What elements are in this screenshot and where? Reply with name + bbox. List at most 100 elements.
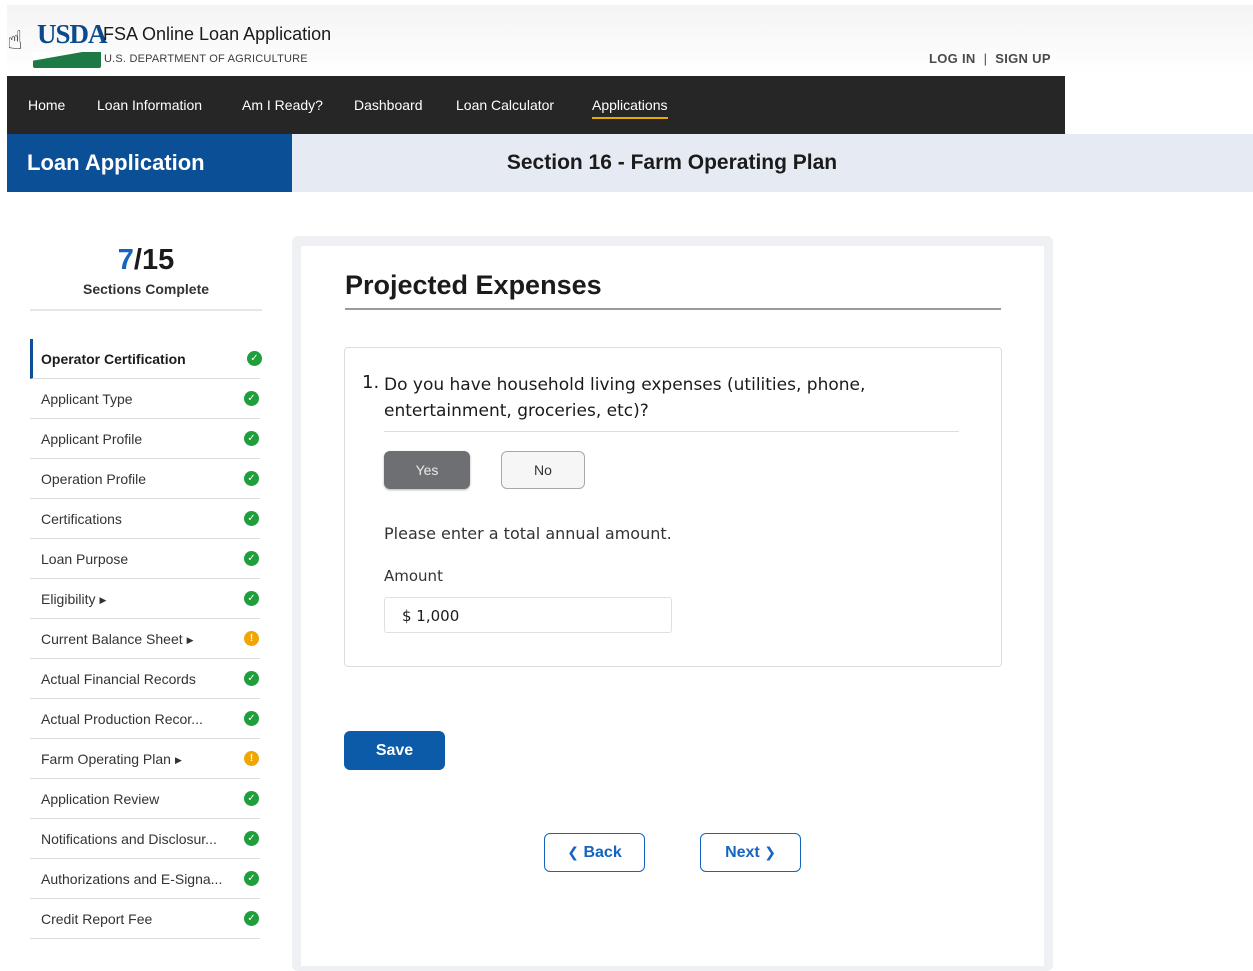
loan-application-title: Loan Application <box>27 150 205 175</box>
check-circle-icon: ✓ <box>244 591 259 606</box>
check-circle-icon: ✓ <box>244 711 259 726</box>
nav-loan-calculator[interactable]: Loan Calculator <box>456 97 554 113</box>
sidebar-item[interactable]: Authorizations and E-Signa... ✓ <box>30 859 260 899</box>
sidebar-item[interactable]: Notifications and Disclosur... ✓ <box>30 819 260 859</box>
alert-circle-icon: ! <box>244 751 259 766</box>
chevron-left-icon: ❮ <box>567 844 580 860</box>
sidebar-item-text: Notifications and Disclosur... <box>41 831 217 847</box>
question-number: 1. <box>362 372 380 393</box>
nav-applications[interactable]: Applications <box>592 97 668 119</box>
save-button[interactable]: Save <box>344 731 445 770</box>
back-button[interactable]: ❮ Back <box>544 833 645 872</box>
next-button-label: Next <box>725 844 760 861</box>
sidebar-item-label: Farm Operating Plan ▶ <box>41 751 182 767</box>
check-circle-icon: ✓ <box>244 671 259 686</box>
next-button[interactable]: Next ❯ <box>700 833 801 872</box>
sidebar-item[interactable]: Operation Profile ✓ <box>30 459 260 499</box>
amount-label: Amount <box>384 567 443 585</box>
sidebar-item-text: Applicant Profile <box>41 431 143 447</box>
sidebar-item-text: Eligibility <box>41 591 96 607</box>
nav-loan-information[interactable]: Loan Information <box>97 97 202 113</box>
sidebar-item-text: Application Review <box>41 791 160 807</box>
sidebar-item[interactable]: Applicant Profile ✓ <box>30 419 260 459</box>
progress-count: 7/15 <box>30 244 262 277</box>
sidebar-item-label: Notifications and Disclosur... <box>41 831 217 847</box>
sidebar-item-label: Operator Certification <box>41 351 186 367</box>
check-circle-icon: ✓ <box>244 911 259 926</box>
sidebar-item[interactable]: Credit Report Fee ✓ <box>30 899 260 939</box>
sidebar-item[interactable]: Operator Certification ✓ <box>30 339 262 379</box>
sidebar-item-label: Operation Profile <box>41 471 146 487</box>
app-subtitle: U.S. DEPARTMENT OF AGRICULTURE <box>104 53 308 65</box>
sidebar-item[interactable]: Farm Operating Plan ▶! <box>30 739 260 779</box>
sidebar-item-text: Applicant Type <box>41 391 133 407</box>
chevron-right-icon: ❯ <box>764 844 776 860</box>
sidebar-item-label: Actual Production Recor... <box>41 711 203 727</box>
nav-am-i-ready[interactable]: Am I Ready? <box>242 97 323 113</box>
sidebar-item-text: Operator Certification <box>41 351 186 367</box>
sidebar-item-label: Eligibility ▶ <box>41 591 106 607</box>
progress-summary: 7/15 Sections Complete <box>30 244 262 297</box>
nav-dashboard[interactable]: Dashboard <box>354 97 423 113</box>
sidebar-item-label: Application Review <box>41 791 159 807</box>
sidebar-item-text: Actual Financial Records <box>41 671 196 687</box>
progress-total: /15 <box>133 244 175 276</box>
question-divider <box>384 431 959 432</box>
sidebar-item[interactable]: Actual Financial Records ✓ <box>30 659 260 699</box>
progress-label: Sections Complete <box>82 281 210 297</box>
caret-right-icon: ▶ <box>174 755 182 765</box>
hand-cursor-icon: ☝ <box>7 25 23 55</box>
sidebar-item-text: Current Balance Sheet <box>41 631 183 647</box>
auth-links: LOG IN | SIGN UP <box>929 51 1051 66</box>
sidebar-item-label: Applicant Profile <box>41 431 142 447</box>
check-circle-icon: ✓ <box>244 551 259 566</box>
progress-divider <box>30 309 262 311</box>
caret-right-icon: ▶ <box>99 595 107 605</box>
sidebar-item-text: Operation Profile <box>41 471 147 487</box>
check-circle-icon: ✓ <box>244 391 259 406</box>
sidebar-item-label: Certifications <box>41 511 122 527</box>
sidebar-item-text: Certifications <box>41 511 122 527</box>
sidebar-item[interactable]: Actual Production Recor... ✓ <box>30 699 260 739</box>
sidebar-item-label: Actual Financial Records <box>41 671 196 687</box>
sidebar-item[interactable]: Applicant Type ✓ <box>30 379 260 419</box>
usda-logo-field-graphic <box>33 52 101 68</box>
usda-logo-text: USDA <box>37 19 108 49</box>
check-circle-icon: ✓ <box>244 791 259 806</box>
sidebar-item-label: Credit Report Fee <box>41 911 152 927</box>
sidebar-item-text: Credit Report Fee <box>41 911 153 927</box>
usda-logo[interactable]: USDA <box>19 19 108 71</box>
no-button[interactable]: No <box>501 451 585 489</box>
sidebar-item[interactable]: Certifications ✓ <box>30 499 260 539</box>
back-button-label: Back <box>583 844 622 861</box>
section-title-banner: Section 16 - Farm Operating Plan <box>292 134 1253 192</box>
site-header: USDA ☝ FSA Online Loan Application U.S. … <box>7 5 1253 76</box>
check-circle-icon: ✓ <box>247 351 262 366</box>
sidebar-item[interactable]: Current Balance Sheet ▶! <box>30 619 260 659</box>
app-title: FSA Online Loan Application <box>103 24 332 44</box>
sidebar-item-label: Authorizations and E-Signa... <box>41 871 222 887</box>
section-list: Operator Certification ✓ Applicant Type ✓ Ap… <box>30 339 262 939</box>
nav-home[interactable]: Home <box>28 97 65 113</box>
sidebar-item-text: Farm Operating Plan <box>41 751 171 767</box>
login-link[interactable]: LOG IN <box>929 51 976 66</box>
check-circle-icon: ✓ <box>244 431 259 446</box>
sidebar-item-text: Authorizations and E-Signa... <box>41 871 223 887</box>
sidebar-item-text: Actual Production Recor... <box>41 711 203 727</box>
auth-separator: | <box>983 51 988 66</box>
question-text: Do you have household living expenses (u… <box>384 375 866 421</box>
sidebar-item[interactable]: Application Review ✓ <box>30 779 260 819</box>
amount-input[interactable]: $ 1,000 <box>384 597 672 633</box>
sidebar-item-text: Loan Purpose <box>41 551 129 567</box>
sidebar-item-label: Current Balance Sheet ▶ <box>41 631 194 647</box>
signup-link[interactable]: SIGN UP <box>995 51 1051 66</box>
check-circle-icon: ✓ <box>244 511 259 526</box>
sidebar-item-label: Applicant Type <box>41 391 133 407</box>
sidebar-item[interactable]: Loan Purpose ✓ <box>30 539 260 579</box>
sidebar-item[interactable]: Eligibility ▶ ✓ <box>30 579 260 619</box>
progress-done: 7 <box>117 244 134 276</box>
check-circle-icon: ✓ <box>244 831 259 846</box>
yes-button[interactable]: Yes <box>384 451 470 489</box>
sidebar-item-label: Loan Purpose <box>41 551 128 567</box>
check-circle-icon: ✓ <box>244 871 259 886</box>
